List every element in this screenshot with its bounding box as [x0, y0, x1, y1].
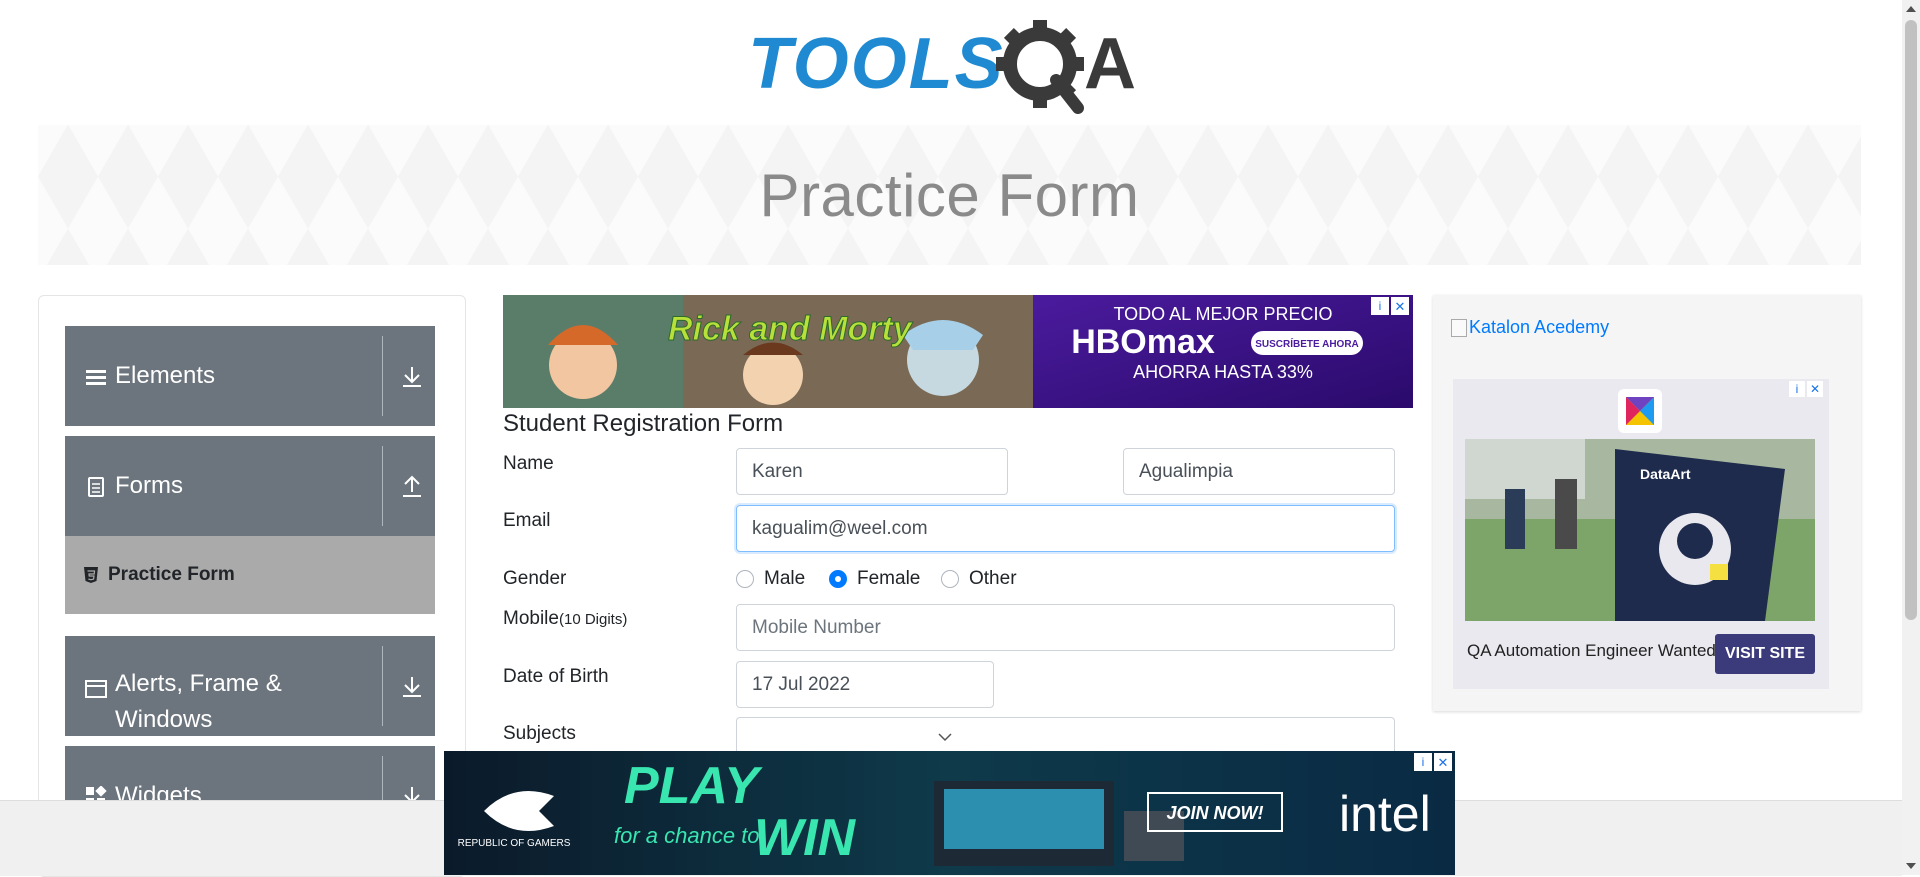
gender-label: Gender [503, 568, 567, 589]
sidebar-group-label: Forms [115, 472, 183, 499]
scroll-thumb[interactable] [1905, 20, 1917, 620]
scroll-down-arrow[interactable] [1906, 863, 1916, 869]
visit-site-button[interactable]: VISIT SITE [1715, 634, 1815, 674]
scroll-up-arrow[interactable] [1906, 6, 1916, 12]
sidebar-group-alerts[interactable]: Alerts, Frame & Windows [65, 636, 435, 736]
email-input[interactable] [736, 505, 1395, 552]
radio-label: Female [857, 568, 921, 589]
mobile-label: Mobile(10 Digits) [503, 608, 627, 630]
name-label: Name [503, 453, 554, 474]
mobile-input[interactable] [736, 604, 1395, 651]
hamburger-icon [86, 370, 106, 385]
hbomax-ad[interactable]: Rick and Morty TODO AL MEJOR PRECIO HBOm… [503, 295, 1413, 408]
divider [382, 446, 383, 526]
radio-label: Other [969, 568, 1017, 589]
download-icon [403, 367, 421, 387]
sidebar-item-label: Practice Form [108, 564, 235, 585]
katalon-link-text: Katalon Acedemy [1469, 317, 1610, 337]
page-title: Practice Form [759, 161, 1140, 229]
email-label: Email [503, 510, 551, 531]
ad-headline-win: WIN [754, 809, 857, 867]
broken-image-icon [1451, 318, 1467, 337]
logo-text-a: A [1084, 24, 1136, 104]
subjects-label: Subjects [503, 723, 576, 744]
left-sidebar: Elements Forms Practice Form Alerts, Fra… [38, 295, 466, 877]
ad-close-icon[interactable]: ✕ [1807, 381, 1823, 397]
ad-controls: i ✕ [1789, 381, 1823, 397]
page-banner: Practice Form [38, 125, 1861, 265]
mobile-hint: (10 Digits) [558, 611, 628, 628]
gender-radio-female[interactable]: Female [829, 568, 920, 590]
window-icon [85, 680, 107, 698]
sidebar-group-elements[interactable]: Elements [65, 326, 435, 426]
intel-logo: intel [1339, 786, 1431, 842]
svg-text:✕: ✕ [1438, 755, 1449, 770]
dob-label: Date of Birth [503, 666, 609, 687]
radio-circle [941, 570, 959, 588]
sidebar-group-forms[interactable]: Forms [65, 436, 435, 536]
ad-brand: HBOmax [1071, 323, 1215, 361]
right-ad-panel: Katalon Acedemy i ✕ DataArt QA Automatio… [1433, 295, 1861, 711]
ad-offer: AHORRA HASTA 33% [1133, 362, 1313, 382]
gender-radio-male[interactable]: Male [736, 568, 805, 590]
svg-text:i: i [1422, 755, 1425, 769]
html5-icon [84, 567, 98, 583]
radio-label: Male [764, 568, 806, 589]
dataart-photo: DataArt [1465, 439, 1815, 621]
download-icon [403, 677, 421, 697]
form-title: Student Registration Form [503, 410, 784, 437]
katalon-link[interactable]: Katalon Acedemy [1451, 317, 1609, 338]
intel-rog-ad[interactable]: REPUBLIC OF GAMERS PLAY for a chance to … [444, 751, 1455, 875]
svg-text:i: i [1379, 299, 1382, 313]
logo-text-tools: TOOLS [748, 24, 1005, 104]
join-now-button: JOIN NOW! [1167, 803, 1264, 823]
upload-icon [403, 475, 421, 497]
ad-subline: for a chance to [614, 823, 760, 848]
radio-circle-selected [829, 570, 847, 588]
gender-radio-other[interactable]: Other [941, 568, 1017, 590]
divider [382, 336, 383, 416]
ad-job-text: QA Automation Engineer Wanted [1467, 641, 1716, 660]
dataart-app-icon [1618, 389, 1662, 433]
sidebar-group-label: Elements [115, 362, 216, 389]
ad-headline: TODO AL MEJOR PRECIO [1113, 304, 1332, 324]
first-name-input[interactable] [736, 448, 1008, 495]
ad-info-icon[interactable]: i [1789, 381, 1805, 397]
dob-input[interactable] [736, 661, 994, 708]
sidebar-item-practice-form[interactable]: Practice Form [65, 536, 435, 614]
toolsqa-logo[interactable]: TOOLS A [748, 14, 1154, 114]
dataart-ad[interactable]: i ✕ DataArt QA Automation Engineer Wante… [1453, 379, 1829, 689]
sidebar-group-label-line2: Windows [115, 706, 213, 733]
sidebar-group-label: Alerts, Frame & [115, 670, 282, 697]
ad-show-title: Rick and Morty [668, 310, 914, 348]
gear-icon [996, 20, 1084, 114]
ad-headline-play: PLAY [624, 757, 763, 815]
last-name-input[interactable] [1123, 448, 1395, 495]
document-icon [88, 477, 104, 497]
mobile-label-text: Mobile [503, 608, 559, 629]
svg-text:✕: ✕ [1395, 299, 1406, 314]
rog-brand: REPUBLIC OF GAMERS [458, 838, 571, 849]
divider [382, 646, 383, 726]
page-scrollbar[interactable] [1902, 0, 1920, 875]
radio-circle [736, 570, 754, 588]
dataart-logo-text: DataArt [1640, 466, 1691, 482]
ad-cta: SUSCRÍBETE AHORA [1255, 337, 1359, 350]
chevron-down-icon [938, 733, 952, 742]
